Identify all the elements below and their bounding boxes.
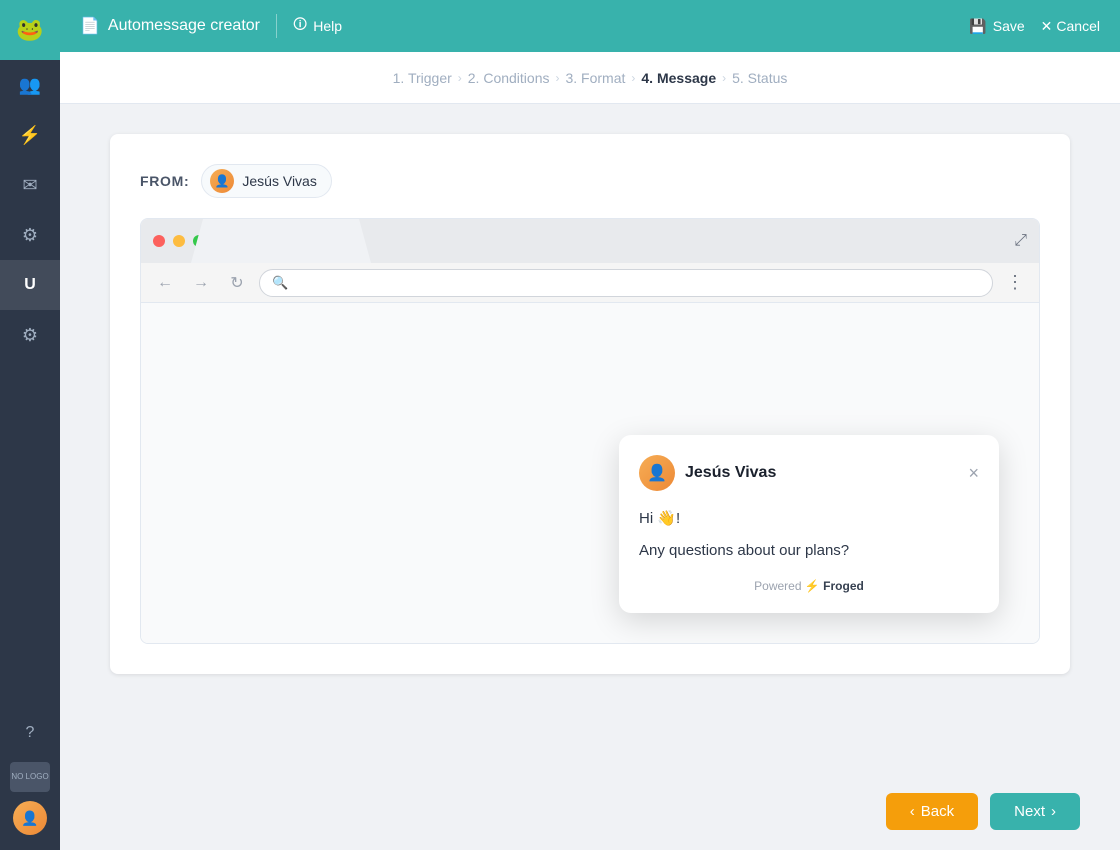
breadcrumb-format[interactable]: 3. Format (565, 70, 625, 86)
browser-toolbar: ← → ↻ 🔍 ⋮ (141, 263, 1039, 303)
sidebar-item-integrations[interactable]: ⚙ (0, 310, 60, 360)
breadcrumb-trigger[interactable]: 1. Trigger (393, 70, 452, 86)
browser-dot-yellow[interactable] (173, 235, 185, 247)
logo-icon: 🐸 (16, 17, 43, 43)
help-icon-sidebar[interactable]: ? (0, 708, 60, 758)
users-icon: 👥 (19, 75, 41, 96)
breadcrumb-message[interactable]: 4. Message (641, 70, 716, 86)
chat-widget-header: 👤 Jesús Vivas × (639, 455, 979, 491)
breadcrumb-conditions[interactable]: 2. Conditions (468, 70, 550, 86)
powered-brand-icon: ⚡ (805, 579, 820, 593)
powered-brand-name: Froged (823, 579, 864, 593)
document-icon: 📄 (80, 16, 100, 36)
browser-mockup: ⤢ ← → ↻ 🔍 ⋮ 👤 (140, 218, 1040, 644)
browser-titlebar: ⤢ (141, 219, 1039, 263)
back-button[interactable]: ‹ Back (886, 793, 978, 830)
sidebar-item-automessage[interactable]: U (0, 260, 60, 310)
automessage-icon: U (24, 276, 36, 294)
topbar-actions: 💾 Save ✕ Cancel (969, 18, 1100, 35)
browser-forward-button[interactable]: → (187, 269, 215, 297)
sidebar-item-settings-circle[interactable]: ⚙ (0, 210, 60, 260)
save-button[interactable]: 💾 Save (969, 18, 1024, 35)
breadcrumb-status[interactable]: 5. Status (732, 70, 787, 86)
next-button[interactable]: Next › (990, 793, 1080, 830)
topbar: 📄 Automessage creator 🛈 Help 💾 Save ✕ Ca… (60, 0, 1120, 52)
from-user-name: Jesús Vivas (242, 173, 316, 189)
from-user-avatar: 👤 (210, 169, 234, 193)
from-user-selector[interactable]: 👤 Jesús Vivas (201, 164, 331, 198)
chat-widget-user: 👤 Jesús Vivas (639, 455, 776, 491)
browser-content: 👤 Jesús Vivas × Hi 👋! Any questions abou… (141, 303, 1039, 643)
search-icon: 🔍 (272, 275, 288, 291)
chevron-right-icon: › (1051, 803, 1056, 820)
sidebar-item-users[interactable]: 👥 (0, 60, 60, 110)
chat-avatar: 👤 (639, 455, 675, 491)
bolt-icon: ⚡ (19, 125, 41, 146)
from-row: FROM: 👤 Jesús Vivas (140, 164, 1040, 198)
chevron-left-icon: ‹ (910, 803, 915, 820)
browser-dot-red[interactable] (153, 235, 165, 247)
browser-menu-button[interactable]: ⋮ (1001, 269, 1029, 297)
sidebar-bottom: ? NO LOGO 👤 (0, 708, 60, 850)
chat-message-line2: Any questions about our plans? (639, 539, 979, 563)
app-title: 📄 Automessage creator (80, 16, 260, 36)
from-label: FROM: (140, 173, 189, 189)
breadcrumb-arrow-1: › (458, 71, 462, 85)
sidebar-item-inbox[interactable]: ✉ (0, 160, 60, 210)
integrations-icon: ⚙ (22, 325, 38, 346)
content-area: FROM: 👤 Jesús Vivas ⤢ ← → ↻ (60, 104, 1120, 773)
sidebar-logo[interactable]: 🐸 (0, 0, 60, 60)
avatar-icon: 👤 (21, 810, 38, 827)
settings-circle-icon: ⚙ (22, 225, 38, 246)
browser-expand-icon[interactable]: ⤢ (1014, 232, 1027, 250)
bottom-navigation: ‹ Back Next › (60, 773, 1120, 850)
cancel-button[interactable]: ✕ Cancel (1041, 18, 1100, 35)
breadcrumb-arrow-2: › (555, 71, 559, 85)
cancel-x-icon: ✕ (1041, 18, 1053, 35)
topbar-divider (276, 14, 277, 38)
inbox-icon: ✉ (22, 175, 37, 196)
browser-tab[interactable] (191, 219, 371, 263)
chat-close-button[interactable]: × (968, 463, 979, 484)
sidebar: 🐸 👥 ⚡ ✉ ⚙ U ⚙ ? NO LOGO 👤 (0, 0, 60, 850)
breadcrumb-arrow-3: › (631, 71, 635, 85)
no-logo-badge: NO LOGO (10, 762, 50, 792)
main-card: FROM: 👤 Jesús Vivas ⤢ ← → ↻ (110, 134, 1070, 674)
main-area: 📄 Automessage creator 🛈 Help 💾 Save ✕ Ca… (60, 0, 1120, 850)
chat-powered: Powered ⚡ Froged (639, 579, 979, 593)
question-icon: ? (26, 724, 35, 742)
help-icon: 🛈 (293, 14, 307, 38)
save-icon: 💾 (969, 18, 986, 35)
sidebar-item-bolt[interactable]: ⚡ (0, 110, 60, 160)
chat-username: Jesús Vivas (685, 464, 776, 482)
browser-back-button[interactable]: ← (151, 269, 179, 297)
help-button[interactable]: 🛈 Help (293, 14, 342, 38)
breadcrumb: 1. Trigger › 2. Conditions › 3. Format ›… (60, 52, 1120, 104)
browser-refresh-button[interactable]: ↻ (223, 269, 251, 297)
breadcrumb-arrow-4: › (722, 71, 726, 85)
chat-widget: 👤 Jesús Vivas × Hi 👋! Any questions abou… (619, 435, 999, 613)
browser-url-bar[interactable]: 🔍 (259, 269, 993, 297)
chat-message-line1: Hi 👋! (639, 507, 979, 531)
user-avatar-sidebar[interactable]: 👤 (13, 801, 47, 835)
